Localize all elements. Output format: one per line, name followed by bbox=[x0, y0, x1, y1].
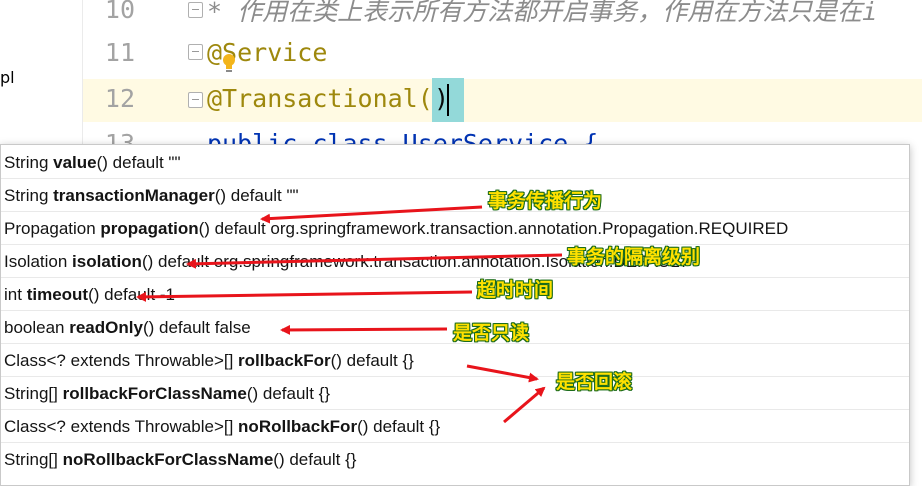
item-default: () default -1 bbox=[88, 285, 176, 304]
item-name: value bbox=[53, 153, 97, 172]
item-default: () default "" bbox=[96, 153, 181, 172]
item-type: Class<? extends Throwable>[] bbox=[4, 351, 239, 370]
item-name: isolation bbox=[72, 252, 142, 271]
label-readonly: 是否只读 bbox=[453, 322, 530, 344]
item-type: boolean bbox=[4, 318, 70, 337]
completion-item-noRollbackForClassName[interactable]: String[] noRollbackForClassName() defaul… bbox=[1, 444, 909, 476]
item-default: () default false bbox=[142, 318, 251, 337]
item-name: transactionManager bbox=[53, 186, 215, 205]
completion-item-rollbackFor[interactable]: Class<? extends Throwable>[] rollbackFor… bbox=[1, 345, 909, 377]
fold-marker-icon[interactable] bbox=[188, 92, 203, 108]
item-default: () default org.springframework.transacti… bbox=[198, 219, 789, 238]
completion-popup: String value() default "" String transac… bbox=[0, 144, 910, 486]
item-type: String[] bbox=[4, 384, 63, 403]
item-default: () default {} bbox=[246, 384, 331, 403]
lightbulb-icon[interactable] bbox=[222, 53, 236, 75]
label-propagation: 事务传播行为 bbox=[488, 190, 603, 212]
code-transactional-annotation[interactable]: @Transactional( bbox=[207, 84, 433, 113]
item-default: () default "" bbox=[214, 186, 299, 205]
completion-item-value[interactable]: String value() default "" bbox=[1, 147, 909, 179]
item-name: readOnly bbox=[69, 318, 143, 337]
item-name: noRollbackFor bbox=[238, 417, 358, 436]
label-timeout: 超时时间 bbox=[477, 279, 554, 301]
item-type: int bbox=[4, 285, 27, 304]
item-type: Isolation bbox=[4, 252, 73, 271]
completion-item-rollbackForClassName[interactable]: String[] rollbackForClassName() default … bbox=[1, 378, 909, 410]
fold-marker-icon[interactable] bbox=[188, 44, 203, 60]
label-rollback: 是否回滚 bbox=[556, 371, 633, 393]
item-name: propagation bbox=[100, 219, 199, 238]
completion-item-propagation[interactable]: Propagation propagation() default org.sp… bbox=[1, 213, 909, 245]
item-default: () default {} bbox=[330, 351, 414, 370]
completion-item-timeout[interactable]: int timeout() default -1 bbox=[1, 279, 909, 311]
text-caret bbox=[447, 84, 449, 116]
item-type: String[] bbox=[4, 450, 63, 469]
code-comment[interactable]: * 作用在类上表示所有方法都开启事务，作用在方法只是在i bbox=[207, 0, 877, 28]
completion-item-transactionManager[interactable]: String transactionManager() default "" bbox=[1, 180, 909, 212]
item-name: timeout bbox=[26, 285, 89, 304]
project-tree-fragment[interactable]: pl bbox=[0, 68, 15, 87]
item-type: String bbox=[4, 186, 54, 205]
line-number: 10 bbox=[104, 0, 135, 24]
line-number: 11 bbox=[104, 38, 135, 67]
item-default: () default {} bbox=[273, 450, 357, 469]
item-type: String bbox=[4, 153, 54, 172]
item-type: Propagation bbox=[4, 219, 101, 238]
item-name: noRollbackForClassName bbox=[62, 450, 274, 469]
fold-marker-icon[interactable] bbox=[188, 2, 203, 18]
item-name: rollbackForClassName bbox=[62, 384, 247, 403]
item-name: rollbackFor bbox=[238, 351, 331, 370]
line-number: 12 bbox=[104, 84, 135, 113]
label-isolation: 事务的隔离级别 bbox=[567, 246, 701, 268]
item-default: () default {} bbox=[357, 417, 441, 436]
item-type: Class<? extends Throwable>[] bbox=[4, 417, 239, 436]
completion-item-noRollbackFor[interactable]: Class<? extends Throwable>[] noRollbackF… bbox=[1, 411, 909, 443]
completion-item-isolation[interactable]: Isolation isolation() default org.spring… bbox=[1, 246, 909, 278]
